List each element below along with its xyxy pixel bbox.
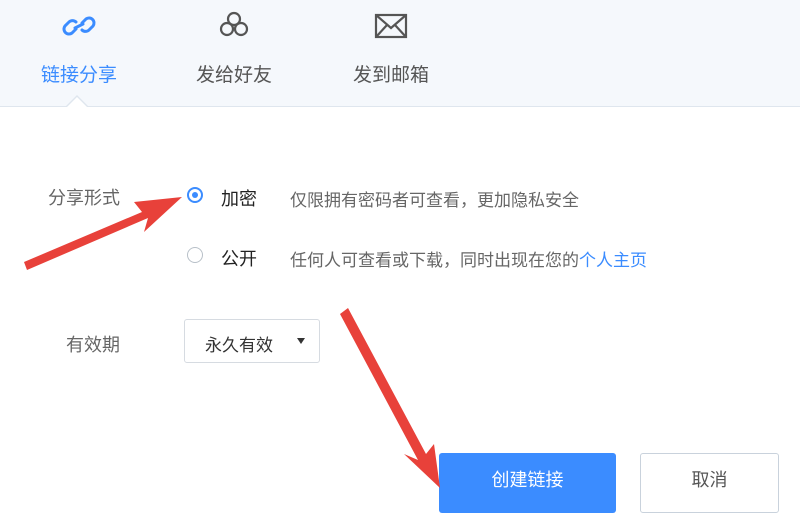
- tab-label: 发给好友: [195, 64, 272, 86]
- active-tab-caret-fill: [67, 97, 87, 107]
- option-public-desc-text: 任何人可查看或下载，同时出现在您的: [290, 251, 579, 271]
- option-public-title[interactable]: 公开: [221, 245, 257, 271]
- mail-icon: [374, 13, 408, 39]
- option-encrypted-desc: 仅限拥有密码者可查看，更加隐私安全: [290, 191, 579, 211]
- tab-label: 链接分享: [40, 64, 117, 86]
- annotation-arrow-to-create: [340, 308, 440, 488]
- chevron-down-icon: [297, 338, 305, 344]
- tab-send-to-email[interactable]: 发到邮箱: [345, 0, 437, 106]
- cancel-button[interactable]: 取消: [640, 453, 779, 513]
- radio-encrypted[interactable]: [187, 187, 203, 203]
- share-form-label: 分享形式: [48, 188, 120, 209]
- tab-link-share[interactable]: 链接分享: [33, 0, 125, 106]
- personal-homepage-link[interactable]: 个人主页: [579, 251, 647, 271]
- radio-public[interactable]: [187, 247, 203, 263]
- link-icon: [62, 16, 96, 36]
- option-encrypted-title[interactable]: 加密: [221, 185, 257, 211]
- validity-select-value: 永久有效: [205, 336, 273, 356]
- friends-icon: [219, 11, 249, 37]
- validity-select[interactable]: 永久有效: [184, 319, 320, 363]
- share-tabbar: 链接分享 发给好友 发到邮箱: [0, 0, 800, 107]
- option-public-desc: 任何人可查看或下载，同时出现在您的个人主页: [290, 246, 647, 271]
- validity-label: 有效期: [66, 335, 120, 356]
- tab-label: 发到邮箱: [352, 64, 429, 86]
- create-link-button[interactable]: 创建链接: [439, 453, 616, 513]
- tab-send-to-friend[interactable]: 发给好友: [188, 0, 280, 106]
